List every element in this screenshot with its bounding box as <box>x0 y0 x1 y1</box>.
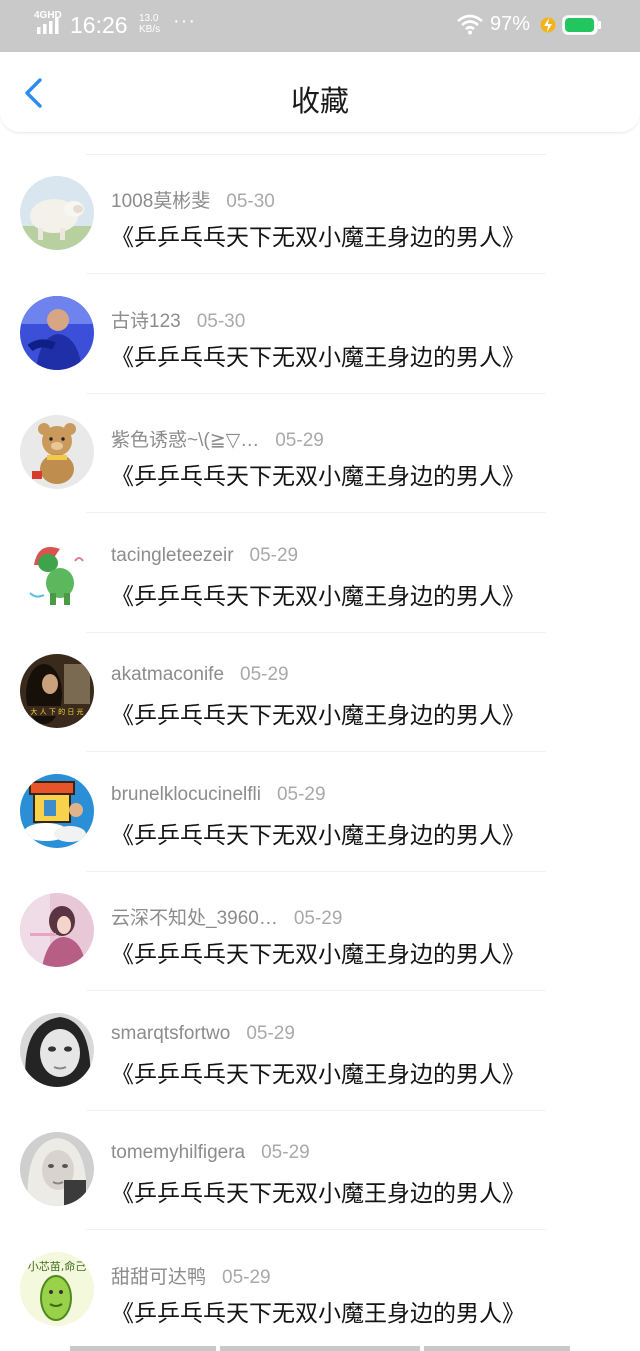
item-title[interactable]: 《乒乒乓乓天下无双小魔王身边的男人》 <box>111 816 525 850</box>
username[interactable]: tomemyhilfigera <box>111 1142 245 1163</box>
username[interactable]: 甜甜可达鸭 <box>111 1267 206 1288</box>
scroll-hint-bar <box>70 1346 216 1351</box>
signal-icon <box>37 18 59 34</box>
avatar[interactable] <box>20 295 94 370</box>
item-date: 05-29 <box>222 1266 271 1288</box>
item-title[interactable]: 《乒乒乓乓天下无双小魔王身边的男人》 <box>111 935 525 969</box>
item-date: 05-29 <box>293 908 343 929</box>
avatar[interactable] <box>20 1012 94 1087</box>
list-item[interactable]: 小芯苗,命己 甜甜可达鸭 05-29 《乒乒乓乓天下无双小魔王身边的男人》 <box>0 1208 640 1328</box>
list-item[interactable]: smarqtsfortwo 05-29 《乒乒乓乓天下无双小魔王身边的男人》 <box>0 969 640 1111</box>
item-title[interactable]: 《乒乒乓乓天下无双小魔王身边的男人》 <box>111 577 525 611</box>
list-item[interactable]: 大 人 下 的 日 光 akatmaconife 05-29 《乒乒乓乓天下无双小魔王… <box>0 610 640 752</box>
item-date: 05-29 <box>276 783 326 805</box>
list-item[interactable]: tomemyhilfigera 05-29 《乒乒乓乓天下无双小魔王身边的男人》 <box>0 1088 640 1230</box>
scroll-hint-bar <box>220 1346 420 1351</box>
scroll-hint-bar <box>424 1346 570 1351</box>
avatar[interactable]: 大 人 下 的 日 光 <box>20 654 94 728</box>
clock: 16:26 <box>70 12 128 38</box>
avatar[interactable] <box>20 415 94 489</box>
list-item[interactable]: 古诗123 05-30 《乒乒乓乓天下无双小魔王身边的男人》 <box>0 252 640 394</box>
item-title[interactable]: 《乒乒乓乓天下无双小魔王身边的男人》 <box>111 1055 525 1089</box>
item-title[interactable]: 《乒乒乓乓天下无双小魔王身边的男人》 <box>111 1294 525 1328</box>
item-meta: 云深不知处_3960… 05-29 <box>111 903 342 930</box>
item-date: 05-29 <box>249 544 299 566</box>
item-meta: 紫色诱惑~\(≧▽… 05-29 <box>111 425 324 452</box>
item-meta: 1008莫彬斐 05-30 <box>111 186 275 213</box>
speed-value: 13.0 <box>139 13 159 24</box>
list-item[interactable]: 云深不知处_3960… 05-29 《乒乒乓乓天下无双小魔王身边的男人》 <box>0 849 640 991</box>
username[interactable]: tacingleteezeir <box>111 545 234 566</box>
item-date: 05-29 <box>240 664 289 685</box>
username[interactable]: akatmaconife <box>111 664 224 685</box>
list-item[interactable]: 1008莫彬斐 05-30 《乒乒乓乓天下无双小魔王身边的男人》 <box>0 132 640 274</box>
status-bar: 4GHD 16:26 13.0 KB/s ··· 97% <box>0 0 640 52</box>
item-title[interactable]: 《乒乒乓乓天下无双小魔王身边的男人》 <box>111 457 525 491</box>
svg-text:大 人 下 的 日 光: 大 人 下 的 日 光 <box>30 707 83 716</box>
item-date: 05-29 <box>261 1142 310 1163</box>
wifi-icon <box>457 14 483 35</box>
username[interactable]: smarqtsfortwo <box>111 1023 230 1044</box>
item-title[interactable]: 《乒乒乓乓天下无双小魔王身边的男人》 <box>111 218 525 252</box>
battery-percent: 97% <box>490 13 531 35</box>
item-date: 05-30 <box>226 191 275 212</box>
username[interactable]: 1008莫彬斐 <box>111 191 210 212</box>
avatar[interactable] <box>20 893 94 967</box>
item-meta: tacingleteezeir 05-29 <box>111 545 298 567</box>
item-meta: brunelklocucinelfli 05-29 <box>111 784 326 806</box>
charging-bolt-icon <box>540 17 556 33</box>
item-meta: akatmaconife 05-29 <box>111 664 289 686</box>
list-item[interactable]: brunelklocucinelfli 05-29 《乒乒乓乓天下无双小魔王身边的男… <box>0 730 640 872</box>
list-item[interactable]: tacingleteezeir 05-29 《乒乒乓乓天下无双小魔王身边的男人》 <box>0 491 640 633</box>
nav-header: 收藏 <box>0 52 640 133</box>
username[interactable]: 古诗123 <box>111 311 181 332</box>
item-meta: 古诗123 05-30 <box>111 306 245 333</box>
username[interactable]: 云深不知处_3960… <box>111 908 278 929</box>
item-title[interactable]: 《乒乒乓乓天下无双小魔王身边的男人》 <box>111 696 525 730</box>
network-speed: 13.0 KB/s <box>139 13 160 35</box>
item-date: 05-29 <box>275 430 324 451</box>
item-meta: 甜甜可达鸭 05-29 <box>111 1262 271 1289</box>
avatar[interactable] <box>20 176 94 250</box>
list-item[interactable]: 紫色诱惑~\(≧▽… 05-29 《乒乒乓乓天下无双小魔王身边的男人》 <box>0 371 640 513</box>
page-title: 收藏 <box>290 84 349 118</box>
avatar[interactable] <box>20 773 94 848</box>
avatar[interactable] <box>20 534 94 609</box>
item-meta: smarqtsfortwo 05-29 <box>111 1023 295 1045</box>
username[interactable]: 紫色诱惑~\(≧▽… <box>111 430 259 451</box>
battery-icon <box>562 15 601 35</box>
username[interactable]: brunelklocucinelfli <box>111 784 261 805</box>
item-meta: tomemyhilfigera 05-29 <box>111 1142 310 1164</box>
avatar[interactable]: 小芯苗,命己 <box>20 1251 94 1326</box>
item-date: 05-30 <box>196 310 246 332</box>
avatar[interactable] <box>20 1132 94 1206</box>
svg-text:小芯苗,命己: 小芯苗,命己 <box>28 1259 87 1273</box>
item-title[interactable]: 《乒乒乓乓天下无双小魔王身边的男人》 <box>111 1174 525 1208</box>
more-dots-icon: ··· <box>173 10 196 32</box>
item-title[interactable]: 《乒乒乓乓天下无双小魔王身边的男人》 <box>111 338 525 372</box>
item-date: 05-29 <box>246 1022 295 1044</box>
speed-unit: KB/s <box>139 24 161 35</box>
